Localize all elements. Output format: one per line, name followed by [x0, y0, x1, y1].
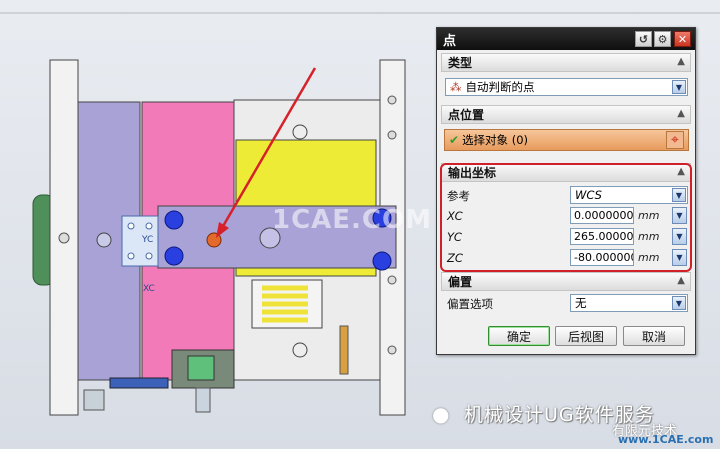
- zc-input[interactable]: -80.0000000: [570, 249, 634, 266]
- collapse-icon: ▲: [677, 166, 685, 177]
- blue-bolt: [164, 210, 184, 230]
- point-dialog[interactable]: 点 ↺ ⚙ ✕ 类型 ▲ ⁂ 自动判断的点 ▼ 点位置 ▲ ✔ 选择对象 (0)…: [436, 27, 696, 355]
- yc-input[interactable]: 265.0000000: [570, 228, 634, 245]
- gear-icon[interactable]: ⚙: [654, 31, 671, 47]
- bolt: [58, 232, 70, 244]
- reference-label: 参考: [447, 189, 470, 203]
- reset-icon[interactable]: ↺: [635, 31, 652, 47]
- close-icon[interactable]: ✕: [674, 31, 691, 47]
- output-section-label: 输出坐标: [448, 166, 497, 180]
- bolt: [127, 222, 135, 230]
- reference-select[interactable]: WCS ▼: [570, 186, 688, 204]
- yc-spin-icon[interactable]: ▼: [672, 228, 687, 245]
- location-section-label: 点位置: [448, 108, 485, 122]
- bolt: [387, 130, 397, 140]
- collapse-icon: ▲: [677, 56, 685, 67]
- ok-button[interactable]: 确定: [488, 326, 550, 346]
- site-watermark: 1CAE.COM: [272, 205, 432, 235]
- reference-value: WCS: [575, 188, 602, 202]
- crosshair-icon[interactable]: ⌖: [666, 131, 684, 149]
- back-view-button[interactable]: 后视图: [555, 326, 617, 346]
- zc-label: ZC: [447, 251, 463, 265]
- chevron-down-icon: ▼: [672, 188, 686, 202]
- chevron-down-icon: ▼: [672, 296, 686, 310]
- collapse-icon: ▲: [677, 275, 685, 286]
- base-block: [109, 377, 169, 389]
- xc-unit: mm: [638, 209, 660, 222]
- watermark: ● 机械设计UG软件服务 有限元技术 www.1CAE.com: [422, 396, 720, 449]
- xc-label: XC: [447, 209, 463, 223]
- offset-section-label: 偏置: [448, 275, 473, 289]
- offset-option-label: 偏置选项: [447, 297, 493, 311]
- check-icon: ✔: [449, 133, 460, 147]
- offset-section-header[interactable]: 偏置 ▲: [441, 272, 691, 291]
- bolt: [145, 222, 153, 230]
- dialog-title-bar[interactable]: 点 ↺ ⚙ ✕: [437, 28, 695, 50]
- connector-core: [187, 355, 215, 381]
- bolt: [292, 124, 308, 140]
- bolt: [292, 342, 308, 358]
- connector-pin: [195, 387, 211, 413]
- select-object-label: 选择对象 (0): [462, 133, 529, 147]
- yc-label: YC: [447, 230, 462, 244]
- dialog-title: 点: [443, 33, 457, 49]
- cancel-button[interactable]: 取消: [623, 326, 685, 346]
- bolt: [387, 95, 397, 105]
- chevron-down-icon: ▼: [672, 80, 686, 94]
- bolt: [127, 252, 135, 260]
- point-infer-icon: ⁂: [450, 80, 462, 94]
- bolt: [387, 345, 397, 355]
- point-type-select[interactable]: ⁂ 自动判断的点 ▼: [445, 78, 688, 96]
- bolt: [387, 275, 397, 285]
- elbow-fitting: [83, 389, 105, 411]
- wechat-icon: ●: [432, 402, 450, 426]
- select-object-row[interactable]: ✔ 选择对象 (0) ⌖: [444, 129, 689, 151]
- blue-bolt: [164, 246, 184, 266]
- blue-bolt: [372, 251, 392, 271]
- pin: [339, 325, 349, 375]
- wcs-xc-label: XC: [143, 284, 155, 294]
- watermark-line3: www.1CAE.com: [618, 433, 714, 446]
- wcs-yc-label: YC: [141, 235, 153, 245]
- type-section-header[interactable]: 类型 ▲: [441, 53, 691, 72]
- location-section-header[interactable]: 点位置 ▲: [441, 105, 691, 124]
- output-section-header[interactable]: 输出坐标 ▲: [441, 163, 691, 182]
- bolt: [96, 232, 112, 248]
- offset-option-select[interactable]: 无 ▼: [570, 294, 688, 312]
- collapse-icon: ▲: [677, 108, 685, 119]
- yc-unit: mm: [638, 230, 660, 243]
- point-type-value: 自动判断的点: [465, 80, 535, 94]
- zc-unit: mm: [638, 251, 660, 264]
- bolt: [145, 252, 153, 260]
- xc-input[interactable]: 0.0000000: [570, 207, 634, 224]
- xc-spin-icon[interactable]: ▼: [672, 207, 687, 224]
- offset-option-value: 无: [575, 296, 587, 310]
- type-section-label: 类型: [448, 56, 473, 70]
- zc-spin-icon[interactable]: ▼: [672, 249, 687, 266]
